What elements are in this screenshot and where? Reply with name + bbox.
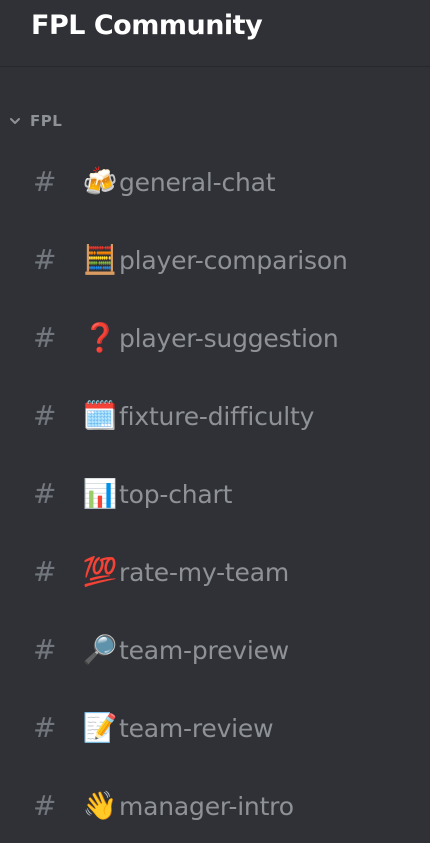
question-mark-icon: ❓ [82, 321, 118, 354]
hash-icon: # [33, 165, 57, 198]
bar-chart-icon: 📊 [82, 477, 118, 510]
channel-name: top-chart [119, 479, 233, 509]
channel-list: # 🍻 general-chat # 🧮 player-comparison #… [0, 143, 430, 843]
hash-icon: # [33, 477, 57, 510]
hash-icon: # [33, 243, 57, 276]
channel-team-review[interactable]: # 📝 team-review [0, 689, 430, 767]
channel-name: manager-intro [119, 791, 294, 821]
channel-rate-my-team[interactable]: # 💯 rate-my-team [0, 533, 430, 611]
hash-icon: # [33, 321, 57, 354]
channel-name: team-review [119, 713, 274, 743]
channel-name: general-chat [119, 167, 276, 197]
header-divider [0, 66, 430, 67]
channel-name: player-suggestion [119, 323, 339, 353]
category-label: FPL [30, 112, 63, 130]
channel-name: player-comparison [119, 245, 348, 275]
chevron-down-icon [10, 118, 20, 124]
channel-name: rate-my-team [119, 557, 289, 587]
channel-player-suggestion[interactable]: # ❓ player-suggestion [0, 299, 430, 377]
magnifying-glass-icon: 🔎 [82, 633, 118, 666]
server-name[interactable]: FPL Community [31, 8, 263, 44]
hash-icon: # [33, 711, 57, 744]
channel-player-comparison[interactable]: # 🧮 player-comparison [0, 221, 430, 299]
channel-team-preview[interactable]: # 🔎 team-preview [0, 611, 430, 689]
memo-icon: 📝 [82, 711, 118, 744]
channel-name: fixture-difficulty [119, 401, 315, 431]
calendar-icon: 🗓️ [82, 399, 118, 432]
channel-manager-intro[interactable]: # 👋 manager-intro [0, 767, 430, 843]
abacus-icon: 🧮 [82, 243, 118, 276]
channel-fixture-difficulty[interactable]: # 🗓️ fixture-difficulty [0, 377, 430, 455]
hash-icon: # [33, 399, 57, 432]
channel-top-chart[interactable]: # 📊 top-chart [0, 455, 430, 533]
category-fpl[interactable]: FPL [8, 108, 62, 134]
hash-icon: # [33, 789, 57, 822]
channel-name: team-preview [119, 635, 290, 665]
waving-hand-icon: 👋 [82, 789, 118, 822]
channel-general-chat[interactable]: # 🍻 general-chat [0, 143, 430, 221]
hundred-points-icon: 💯 [82, 555, 118, 588]
hash-icon: # [33, 633, 57, 666]
hash-icon: # [33, 555, 57, 588]
beer-mugs-icon: 🍻 [82, 165, 118, 198]
